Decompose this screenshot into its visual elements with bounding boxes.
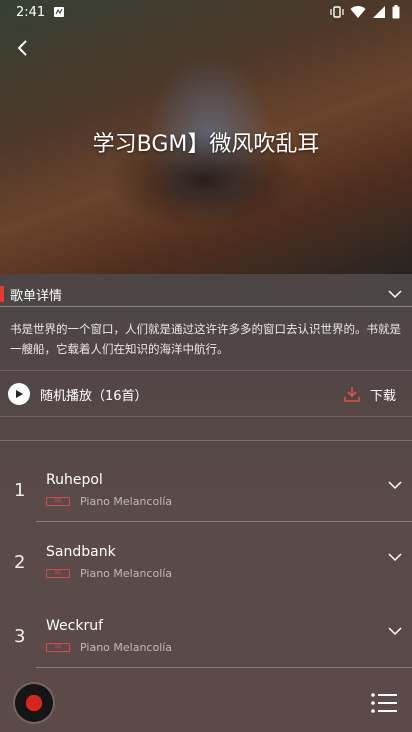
track-number: 1 [14,480,26,501]
divider [0,306,412,307]
status-time: 2:41 [16,4,46,20]
track-artist: Piano Melancolía [80,641,173,654]
detail-heading: 歌单详情 [10,288,63,304]
accent-bar [0,286,4,302]
battery-icon [392,5,400,19]
track-divider [36,667,412,668]
track-title: Weckruf [46,618,103,634]
quality-badge: SQ [46,497,70,506]
play-row: 随机播放（16首） 下载 [0,380,412,408]
mini-player [0,676,412,732]
download-label: 下载 [369,388,396,404]
track-row[interactable]: 1 Ruhepol SQ Piano Melancolía [0,450,412,522]
playlist-menu-icon[interactable] [370,692,398,714]
chevron-down-icon[interactable] [388,480,402,490]
divider [0,440,412,441]
track-number: 2 [14,552,26,573]
track-row[interactable]: 3 Weckruf SQ Piano Melancolía [0,596,412,668]
download-button[interactable]: 下载 [344,385,396,404]
track-row[interactable]: 2 Sandbank SQ Piano Melancolía [0,522,412,594]
track-title: Sandbank [46,544,116,560]
track-title: Ruhepol [46,472,103,488]
vibrate-icon [330,6,344,18]
playlist-description: 书是世界的一个窗口，人们就是通过这许许多多的窗口去认识世界的。书就是一艘船，它载… [10,322,401,356]
back-button[interactable] [8,34,36,62]
quality-badge: SQ [46,643,70,652]
notification-icon [54,7,65,17]
chevron-down-icon[interactable] [388,289,402,299]
track-artist: Piano Melancolía [80,495,173,508]
signal-icon [373,6,385,18]
wifi-icon [350,6,366,19]
chevron-down-icon[interactable] [388,626,402,636]
divider [0,370,412,371]
status-bar: 2:41 [0,0,412,24]
chevron-down-icon[interactable] [388,552,402,562]
download-icon [344,387,360,402]
quality-badge: SQ [46,569,70,578]
divider [0,416,412,417]
playlist-title: 学习BGM】微风吹乱耳 [92,132,320,157]
shuffle-play-button[interactable]: 随机播放（16首） [8,383,148,405]
track-number: 3 [14,626,26,647]
playlist-detail-header[interactable]: 歌单详情 [0,282,412,306]
track-artist: Piano Melancolía [80,567,173,580]
back-arrow-icon [17,40,27,56]
now-playing-disc[interactable] [15,684,53,722]
play-icon [8,383,30,405]
shuffle-play-label: 随机播放（16首） [40,388,148,404]
